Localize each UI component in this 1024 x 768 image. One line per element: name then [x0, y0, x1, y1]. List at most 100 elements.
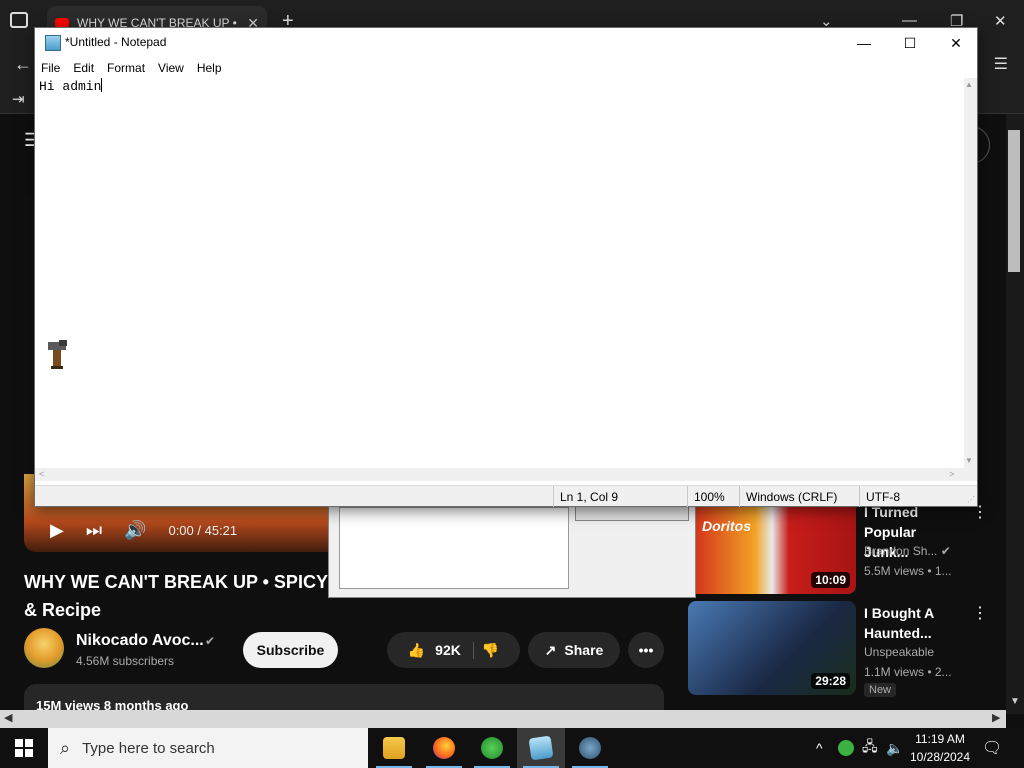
notepad-maximize-button[interactable]: ☐: [887, 28, 933, 58]
recommendation-item[interactable]: 29:28 I Bought A Haunted... Unspeakable …: [688, 601, 998, 697]
browser-close-button[interactable]: ✕: [994, 12, 1007, 30]
notepad-close-button[interactable]: ✕: [933, 28, 979, 58]
text-caret: [101, 78, 103, 92]
notepad-text-area[interactable]: Hi admin: [38, 78, 964, 468]
notepad-minimize-button[interactable]: —: [841, 28, 887, 58]
scrollbar-corner: [964, 468, 977, 481]
channel-avatar[interactable]: [24, 628, 64, 668]
start-button[interactable]: [0, 728, 48, 768]
status-cursor-position: Ln 1, Col 9: [553, 486, 687, 507]
status-encoding: UTF-8: [859, 486, 977, 507]
share-button[interactable]: ↗ Share: [528, 632, 620, 668]
volume-icon[interactable]: 🔊: [124, 520, 146, 541]
scroll-right-arrow-icon[interactable]: >: [949, 469, 954, 479]
notepad-menubar: File Edit Format View Help: [35, 58, 977, 78]
notepad-app-icon: [45, 35, 61, 51]
notepad-window: *Untitled - Notepad — ☐ ✕ File Edit Form…: [34, 27, 978, 507]
more-actions-button[interactable]: •••: [628, 632, 664, 668]
people-icon: [481, 737, 503, 759]
scroll-up-arrow-icon[interactable]: ▲: [965, 80, 973, 89]
status-zoom: 100%: [687, 486, 739, 507]
video-title: WHY WE CAN'T BREAK UP • SPICY & Recipe: [24, 572, 328, 620]
recommendation-thumbnail[interactable]: 29:28: [688, 601, 856, 695]
clock-time: 11:19 AM: [915, 732, 965, 746]
clock-date: 10/28/2024: [909, 750, 971, 764]
notepad-icon: [528, 735, 554, 761]
taskbar-search-box[interactable]: ⌕ Type here to search: [48, 728, 368, 768]
search-placeholder: Type here to search: [82, 739, 215, 757]
scroll-right-arrow-icon[interactable]: ▶: [992, 711, 1000, 724]
scroll-left-arrow-icon[interactable]: ◀: [4, 711, 12, 724]
scroll-down-arrow-icon[interactable]: ▼: [965, 456, 973, 465]
notepad-titlebar[interactable]: *Untitled - Notepad — ☐ ✕: [35, 28, 977, 58]
background-dialog-button[interactable]: [575, 505, 689, 521]
video-controls: ▶ ⏭ 🔊 0:00 / 45:21: [24, 508, 328, 552]
like-count: 92K: [435, 642, 461, 658]
resize-grip-icon[interactable]: ⋰: [967, 495, 975, 504]
like-dislike-group: 👍 92K 👎: [387, 632, 520, 668]
tab-list-button[interactable]: [10, 12, 28, 28]
recommendation-views: 5.5M views • 1...: [864, 564, 952, 578]
browser-menu-icon[interactable]: ☰: [994, 54, 1008, 74]
status-line-endings: Windows (CRLF): [739, 486, 859, 507]
menu-view[interactable]: View: [158, 61, 191, 75]
verified-icon: ✔: [940, 544, 951, 558]
share-label: Share: [564, 642, 604, 658]
notepad-vertical-scrollbar[interactable]: [964, 78, 977, 468]
next-icon[interactable]: ⏭: [86, 520, 102, 541]
notepad-content: Hi admin: [39, 79, 102, 94]
tray-overflow-arrow-icon[interactable]: ^: [816, 728, 823, 768]
page-scroll-thumb[interactable]: [1008, 130, 1020, 272]
notepad-statusbar: Ln 1, Col 9 100% Windows (CRLF) UTF-8 ⋰: [35, 485, 977, 507]
tray-people-icon[interactable]: [838, 728, 854, 768]
taskbar-clock[interactable]: 11:19 AM 10/28/2024: [908, 730, 972, 766]
channel-name[interactable]: Nikocado Avoc...: [76, 632, 204, 650]
video-time: 0:00 / 45:21: [168, 522, 238, 538]
menu-file[interactable]: File: [41, 61, 67, 75]
share-icon: ↗: [544, 641, 557, 658]
recommendation-item[interactable]: Doritos 10:09 I Turned Popular Junk... B…: [688, 500, 998, 596]
taskbar-file-explorer[interactable]: [370, 728, 418, 768]
subscribe-button[interactable]: Subscribe: [243, 632, 338, 668]
notepad-title: *Untitled - Notepad: [65, 35, 167, 49]
background-dialog-list: [339, 507, 569, 589]
notification-icon[interactable]: 🗨: [982, 738, 1002, 758]
scroll-down-arrow-icon[interactable]: ▼: [1010, 696, 1020, 707]
taskbar-people[interactable]: [468, 728, 516, 768]
recommendation-thumbnail[interactable]: Doritos 10:09: [688, 500, 856, 594]
recommendation-views: 1.1M views • 2...: [864, 665, 952, 679]
network-icon[interactable]: 🖧: [862, 728, 878, 768]
recommendation-channel[interactable]: Brandon Sh... ✔: [864, 544, 951, 558]
back-arrow-icon[interactable]: ←: [14, 54, 32, 75]
thumbs-down-icon[interactable]: 👎: [482, 642, 499, 659]
network-app-icon: [579, 737, 601, 759]
kebab-menu-icon[interactable]: ⋮: [972, 603, 988, 623]
login-icon[interactable]: ⇥: [12, 90, 25, 108]
thumbs-up-icon: 👍: [407, 641, 426, 658]
play-icon[interactable]: ▶: [50, 520, 64, 541]
character-sprite-icon: [48, 340, 67, 369]
taskbar-network-app[interactable]: [566, 728, 614, 768]
firefox-icon: [433, 737, 455, 759]
page-horizontal-scrollbar[interactable]: [0, 710, 1006, 728]
volume-icon[interactable]: 🔈: [886, 728, 903, 768]
notepad-horizontal-scrollbar[interactable]: [35, 468, 964, 481]
taskbar-notepad[interactable]: [517, 728, 565, 768]
subscriber-count: 4.56M subscribers: [76, 654, 175, 668]
recommendation-title[interactable]: I Bought A Haunted...: [864, 603, 964, 643]
taskbar-firefox[interactable]: [420, 728, 468, 768]
video-duration: 29:28: [811, 673, 850, 689]
menu-format[interactable]: Format: [107, 61, 152, 75]
new-badge: New: [864, 683, 897, 697]
search-icon: ⌕: [60, 737, 71, 758]
windows-logo-icon: [15, 739, 33, 757]
recommendation-channel-name: Brandon Sh...: [864, 544, 938, 558]
folder-icon: [383, 737, 405, 759]
background-dialog: [328, 500, 696, 598]
like-button[interactable]: 👍 92K: [407, 641, 474, 659]
menu-edit[interactable]: Edit: [73, 61, 101, 75]
menu-help[interactable]: Help: [197, 61, 229, 75]
video-duration: 10:09: [811, 572, 850, 588]
scroll-left-arrow-icon[interactable]: <: [39, 469, 44, 479]
recommendation-channel[interactable]: Unspeakable: [864, 645, 934, 659]
